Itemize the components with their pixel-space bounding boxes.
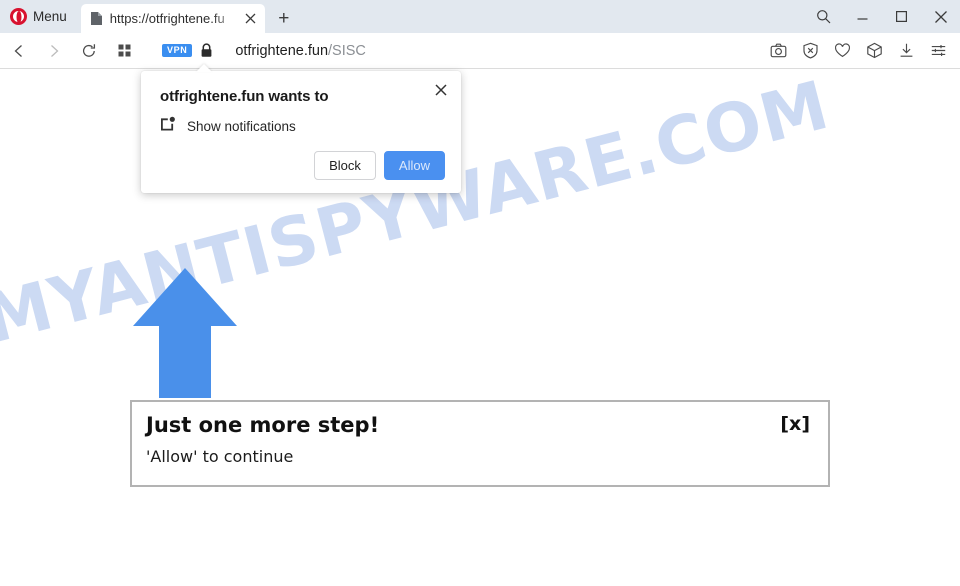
close-button[interactable] <box>921 0 960 33</box>
dialog-close-icon[interactable] <box>431 80 451 100</box>
new-tab-button[interactable]: + <box>269 4 299 33</box>
opera-logo-icon <box>10 8 27 25</box>
blue-up-arrow-icon <box>133 268 237 398</box>
dialog-title: otfrightene.fun wants to <box>160 88 329 105</box>
snapshot-icon[interactable] <box>762 36 794 66</box>
crypto-wallet-icon[interactable] <box>858 36 890 66</box>
url-field[interactable]: VPN otfrightene.fun/SISC <box>162 43 762 59</box>
permission-label: Show notifications <box>187 118 296 134</box>
address-bar: VPN otfrightene.fun/SISC <box>0 33 960 69</box>
opera-menu-label: Menu <box>33 9 67 24</box>
heart-icon[interactable] <box>826 36 858 66</box>
ad-blocker-icon[interactable] <box>794 36 826 66</box>
url-path: /SISC <box>328 42 366 59</box>
minimize-button[interactable] <box>843 0 882 33</box>
opera-menu-button[interactable]: Menu <box>0 0 77 33</box>
tab-bar: Menu https://otfrightene.fu + <box>0 0 960 33</box>
back-button[interactable] <box>3 36 35 66</box>
browser-tab[interactable]: https://otfrightene.fu <box>80 4 265 33</box>
lock-icon[interactable] <box>200 43 213 58</box>
dialog-actions: Block Allow <box>314 151 445 180</box>
notification-icon <box>160 115 177 137</box>
page-icon <box>90 11 103 26</box>
reload-button[interactable] <box>73 36 105 66</box>
search-icon[interactable] <box>804 0 843 33</box>
window-controls <box>804 0 960 33</box>
block-button[interactable]: Block <box>314 151 376 180</box>
url-text: otfrightene.fun/SISC <box>235 43 366 59</box>
content-box-subtitle: 'Allow' to continue <box>146 447 294 467</box>
easy-setup-icon[interactable] <box>922 36 954 66</box>
content-box-title: Just one more step! <box>146 413 380 437</box>
permission-row: Show notifications <box>160 115 445 137</box>
maximize-button[interactable] <box>882 0 921 33</box>
page-content-box: Just one more step! [x] 'Allow' to conti… <box>130 400 830 487</box>
allow-button[interactable]: Allow <box>383 151 445 180</box>
content-box-header: Just one more step! [x] <box>146 413 810 437</box>
tab-title: https://otfrightene.fu <box>109 11 225 26</box>
vpn-badge[interactable]: VPN <box>162 44 193 57</box>
browser-window: Menu https://otfrightene.fu + VPN otfrig… <box>0 0 960 586</box>
downloads-icon[interactable] <box>890 36 922 66</box>
content-box-close-button[interactable]: [x] <box>780 414 810 435</box>
speed-dial-button[interactable] <box>108 36 140 66</box>
dialog-pointer <box>196 64 212 72</box>
url-host: otfrightene.fun <box>235 42 329 59</box>
tab-close-icon[interactable] <box>241 9 261 29</box>
toolbar-icons <box>762 36 954 66</box>
notification-permission-dialog: otfrightene.fun wants to Show notificati… <box>141 64 461 193</box>
forward-button[interactable] <box>38 36 70 66</box>
